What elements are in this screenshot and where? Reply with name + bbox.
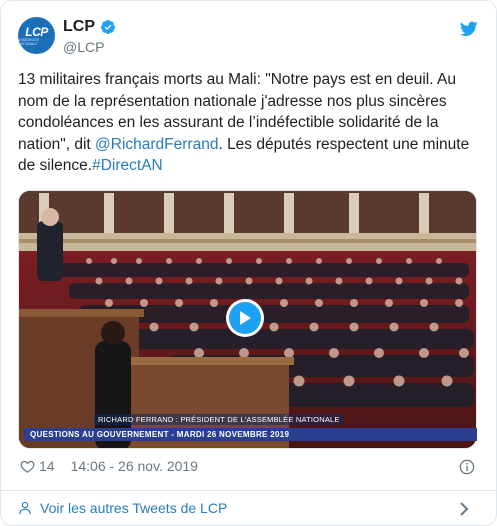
tweet-meta: 14 14:06 - 26 nov. 2019: [20, 458, 198, 474]
hashtag-link[interactable]: #DirectAN: [92, 157, 163, 174]
caption-program: QUESTIONS AU GOUVERNEMENT - MARDI 26 NOV…: [24, 428, 477, 441]
author-display-name[interactable]: LCP: [63, 18, 95, 36]
tweet-timestamp[interactable]: 14:06 - 26 nov. 2019: [71, 458, 198, 474]
heart-icon[interactable]: [20, 459, 35, 474]
caption-speaker: RICHARD FERRAND : PRÉSIDENT DE L'ASSEMBL…: [94, 414, 344, 425]
verified-badge-icon: [100, 20, 115, 34]
avatar-logo: LCP: [25, 24, 48, 39]
avatar[interactable]: LCP assemblée nationale: [18, 17, 55, 54]
more-tweets-label: Voir les autres Tweets de LCP: [40, 500, 228, 516]
play-button[interactable]: [226, 299, 264, 337]
author-handle[interactable]: @LCP: [63, 39, 116, 55]
twitter-bird-icon[interactable]: [460, 21, 478, 37]
tweet-card: LCP assemblée nationale LCP @LCP 13 mili…: [0, 0, 497, 526]
person-icon: [19, 501, 31, 514]
video-caption: RICHARD FERRAND : PRÉSIDENT DE L'ASSEMBL…: [24, 409, 477, 441]
chevron-right-icon[interactable]: [458, 502, 470, 516]
footer-divider: [1, 490, 496, 491]
like-count[interactable]: 14: [39, 458, 55, 474]
info-icon[interactable]: [459, 459, 475, 475]
tweet-text: 13 militaires français morts au Mali: "N…: [18, 69, 480, 177]
mention-link[interactable]: @RichardFerrand: [95, 136, 218, 153]
avatar-logo-subtext: assemblée nationale: [18, 37, 40, 46]
play-icon: [240, 311, 251, 325]
more-tweets-link[interactable]: Voir les autres Tweets de LCP: [18, 500, 227, 516]
author-info[interactable]: LCP @LCP: [63, 18, 116, 55]
tweet-header: LCP assemblée nationale LCP @LCP: [18, 17, 478, 61]
